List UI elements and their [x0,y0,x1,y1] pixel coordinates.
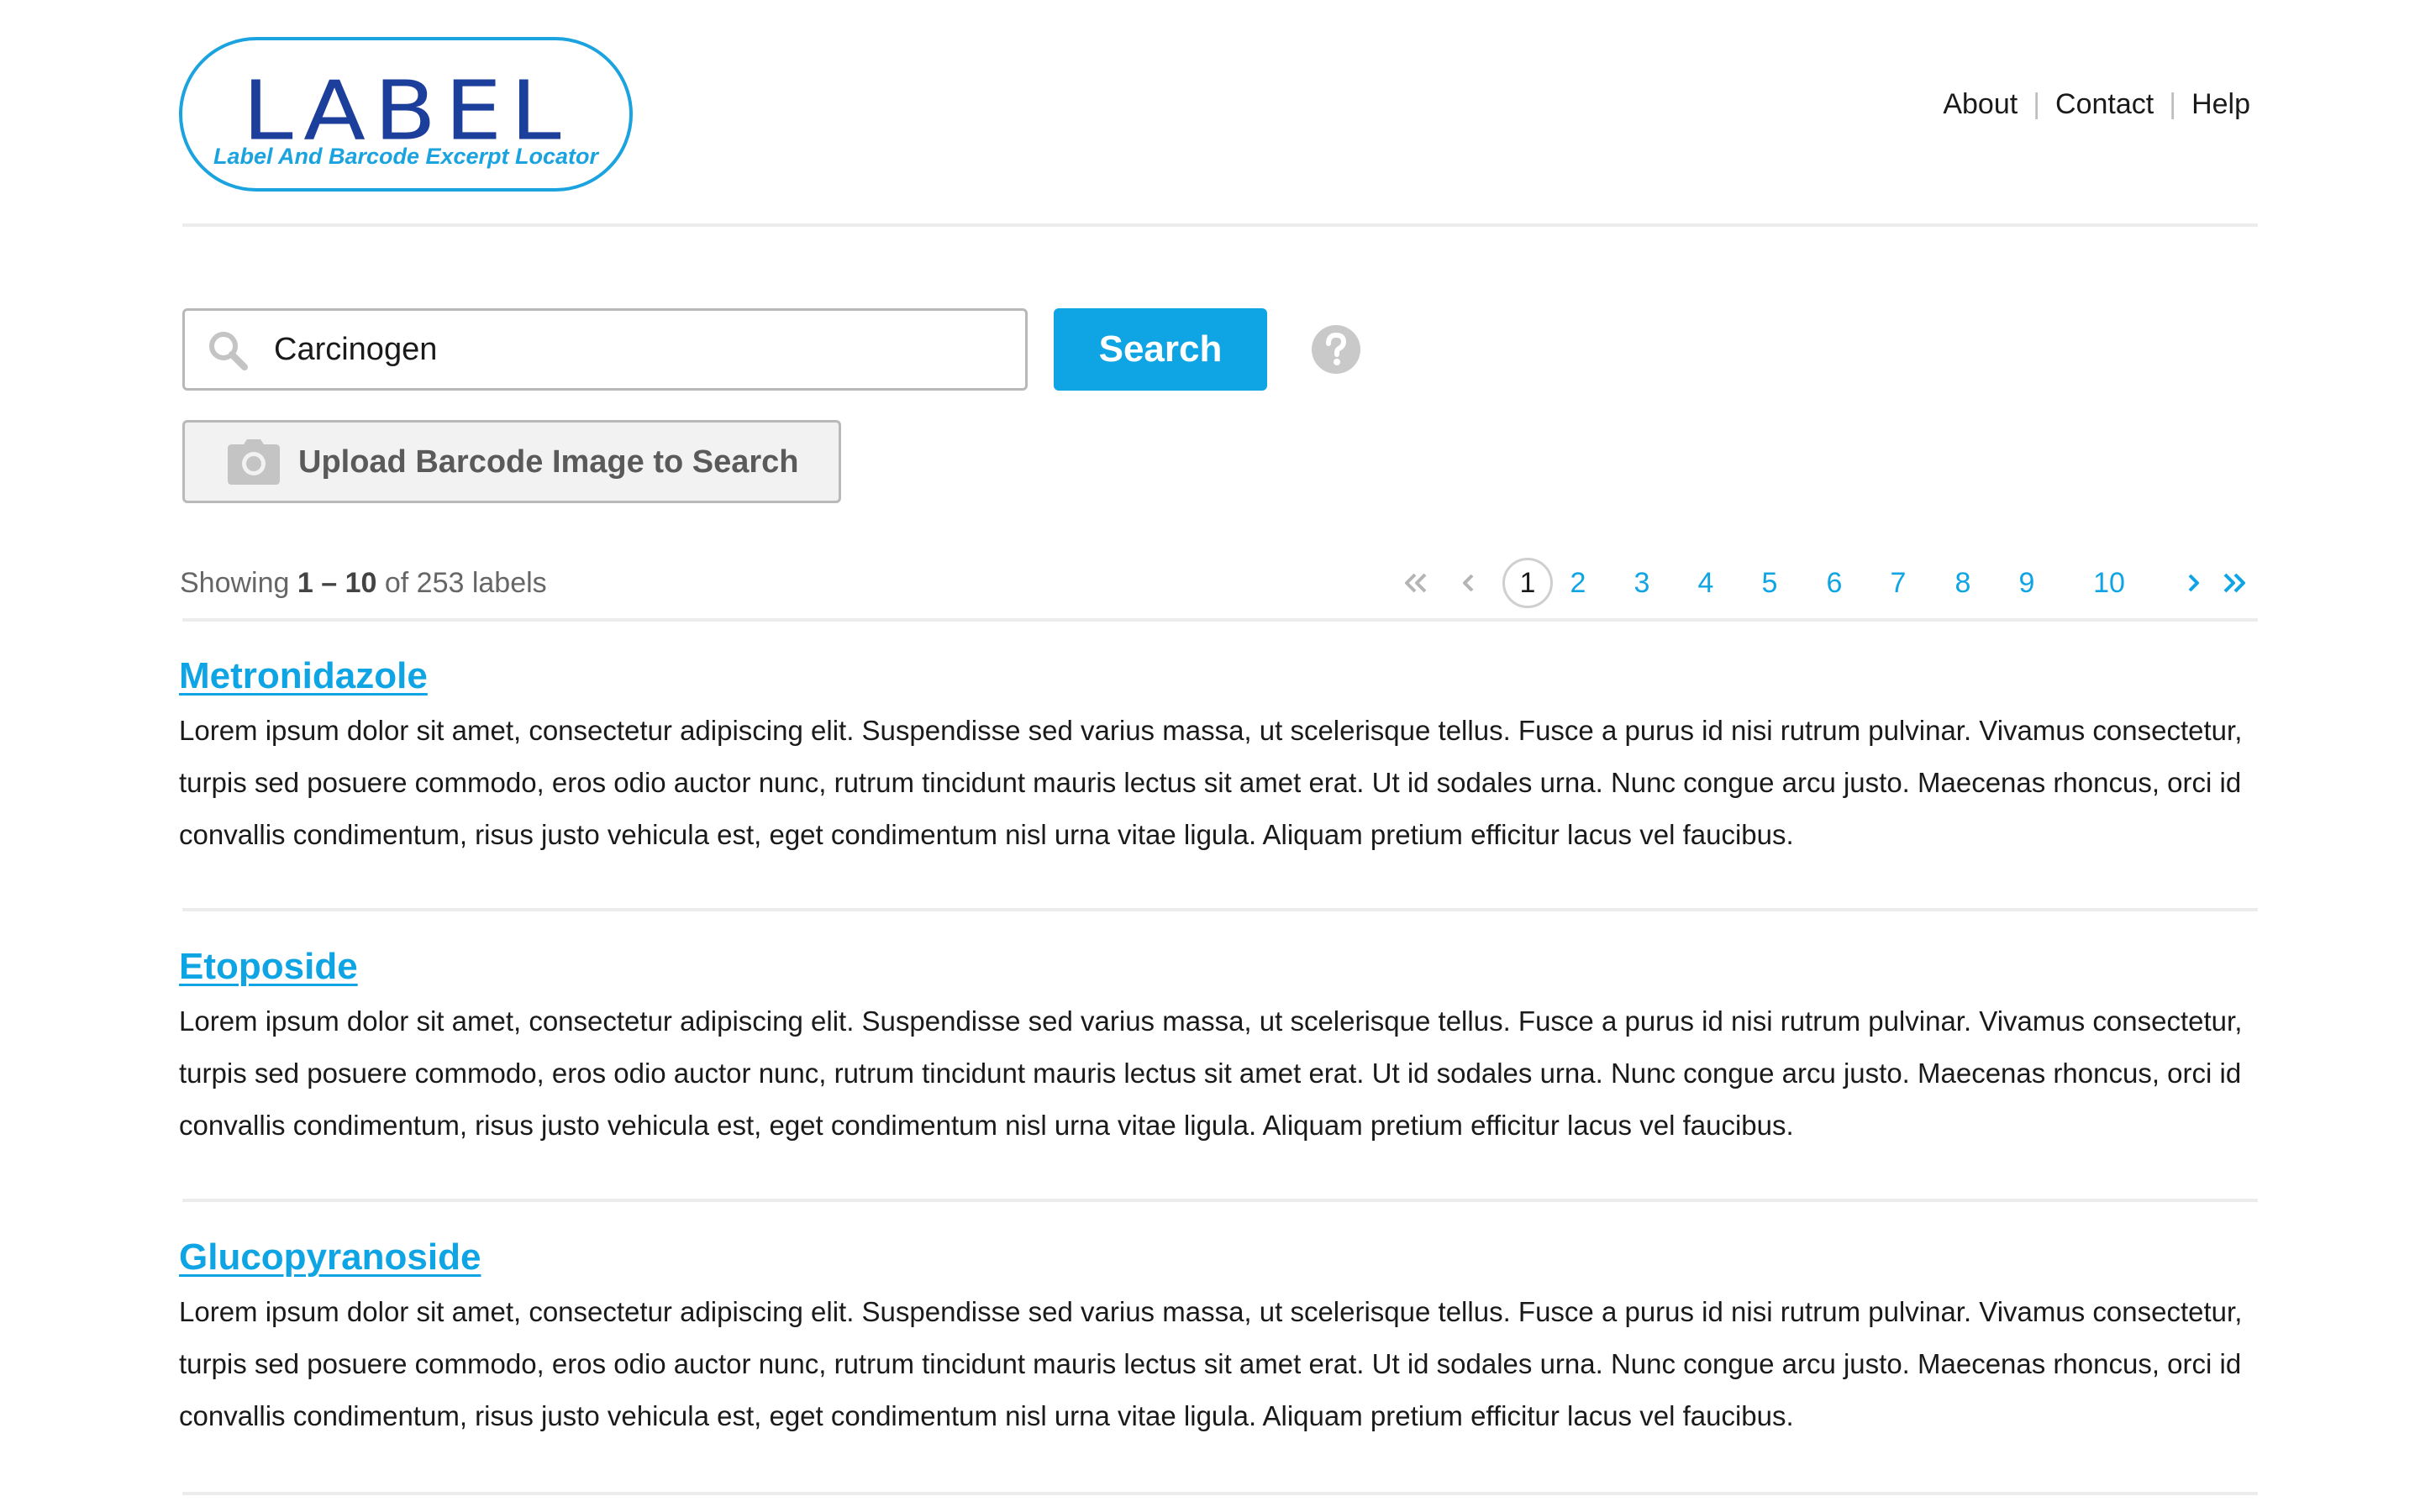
page-link[interactable]: 2 [1563,558,1593,608]
result-description: Lorem ipsum dolor sit amet, consectetur … [179,715,2243,850]
result-item: Etoposide Lorem ipsum dolor sit amet, co… [179,945,2254,1152]
page-link[interactable]: 7 [1883,558,1913,608]
double-chevron-right-icon[interactable] [2218,566,2252,600]
page-link[interactable]: 4 [1691,558,1721,608]
results-divider [182,618,2258,622]
header-divider [182,223,2258,227]
showing-prefix: Showing [180,567,290,599]
nav-separator: | [2169,88,2177,120]
page-link[interactable]: 3 [1627,558,1657,608]
page-link[interactable]: 6 [1819,558,1849,608]
chevron-right-icon[interactable] [2176,566,2210,600]
search-input[interactable] [274,323,997,376]
result-item: Metronidazole Lorem ipsum dolor sit amet… [179,654,2254,861]
search-icon [209,332,248,370]
result-title-link[interactable]: Etoposide [179,945,358,989]
page-link[interactable]: 9 [2012,558,2042,608]
nav-separator: | [2033,88,2041,120]
chevron-left-icon[interactable] [1452,566,1486,600]
pagination: 1 2 3 4 5 6 7 8 9 10 [1378,558,2269,610]
nav-about-link[interactable]: About [1943,87,2018,121]
logo-tagline: Label And Barcode Excerpt Locator [213,144,599,169]
upload-barcode-button[interactable]: Upload Barcode Image to Search [182,420,841,503]
result-description: Lorem ipsum dolor sit amet, consectetur … [179,1296,2243,1431]
result-item: Glucopyranoside Lorem ipsum dolor sit am… [179,1236,2254,1442]
nav-contact-link[interactable]: Contact [2055,87,2154,121]
showing-suffix: of 253 labels [384,567,547,599]
result-divider [182,908,2258,911]
result-title-link[interactable]: Metronidazole [179,654,428,698]
result-title-link[interactable]: Glucopyranoside [179,1236,481,1279]
showing-range: 1 – 10 [297,567,377,599]
double-chevron-left-icon[interactable] [1398,566,1432,600]
page-link[interactable]: 10 [2086,558,2133,608]
page-current[interactable]: 1 [1502,558,1553,608]
camera-icon [228,439,280,485]
top-nav: About | Contact | Help [1943,87,2250,121]
page-link[interactable]: 8 [1948,558,1978,608]
logo-wordmark: LABEL [242,64,570,159]
results-count: Showing 1 – 10 of 253 labels [180,564,547,601]
search-box[interactable] [182,308,1028,391]
result-divider [182,1199,2258,1202]
result-divider [182,1492,2258,1495]
search-button[interactable]: Search [1054,308,1267,391]
result-description: Lorem ipsum dolor sit amet, consectetur … [179,1005,2243,1141]
help-icon[interactable] [1311,324,1361,375]
page-link[interactable]: 5 [1754,558,1785,608]
logo[interactable]: LABEL Label And Barcode Excerpt Locator [179,37,633,192]
upload-button-label: Upload Barcode Image to Search [298,444,799,480]
nav-help-link[interactable]: Help [2191,87,2250,121]
